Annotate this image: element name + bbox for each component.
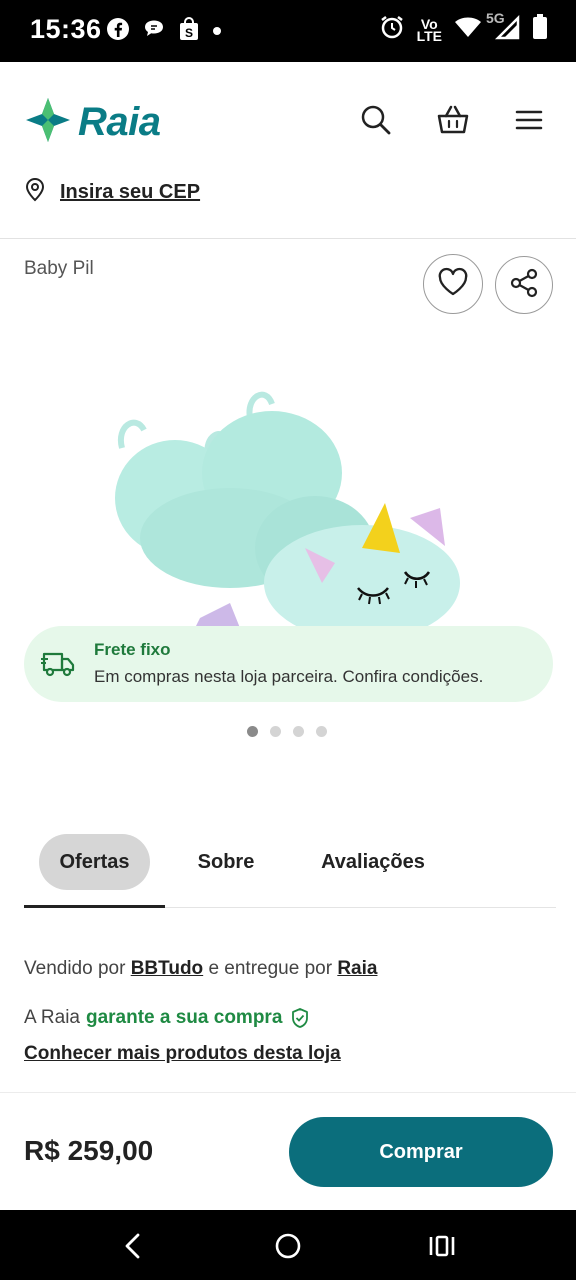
raia-star-icon	[24, 96, 72, 149]
delivered-by-prefix: e entregue por	[208, 958, 333, 979]
tab-ofertas[interactable]: Ofertas	[39, 834, 150, 890]
delivered-by-link[interactable]: Raia	[337, 958, 377, 979]
frete-fixo-banner: Frete fixo Em compras nesta loja parceir…	[24, 626, 553, 702]
back-icon[interactable]	[113, 1226, 153, 1266]
recent-apps-icon[interactable]	[422, 1226, 462, 1266]
facebook-icon	[106, 17, 130, 46]
home-icon[interactable]	[268, 1226, 308, 1266]
product-tabs: Ofertas Sobre Avaliações	[24, 834, 556, 908]
signal-icon: 5G	[486, 11, 520, 45]
share-icon	[508, 267, 540, 304]
guarantee-text: garante a sua compra	[85, 1007, 283, 1028]
dot-icon	[212, 23, 222, 41]
header-divider	[0, 238, 576, 239]
more-products-link[interactable]: Conhecer mais produtos desta loja	[24, 1043, 341, 1065]
shield-check-icon	[290, 1007, 310, 1029]
share-button[interactable]	[495, 256, 553, 314]
delivery-truck-icon	[40, 648, 76, 685]
app-header: Raia	[0, 62, 576, 180]
sold-by-prefix: Vendido por	[24, 958, 126, 979]
logo-text: Raia	[78, 100, 161, 144]
buy-button[interactable]: Comprar	[289, 1117, 553, 1187]
wifi-icon	[454, 15, 482, 44]
carousel-dot[interactable]	[293, 726, 304, 737]
alarm-icon	[379, 14, 405, 45]
carousel-dot[interactable]	[316, 726, 327, 737]
volte-icon: Vo LTE	[416, 15, 442, 44]
active-tab-indicator	[24, 905, 165, 908]
carousel-dot[interactable]	[247, 726, 258, 737]
guarantee-prefix: A Raia	[24, 1007, 80, 1028]
shopping-bag-icon: S	[178, 17, 200, 46]
search-icon[interactable]	[358, 102, 394, 138]
battery-icon	[532, 14, 548, 45]
seller-name-link[interactable]: BBTudo	[131, 958, 203, 979]
chat-icon	[142, 17, 166, 46]
status-bar: 15:36 S Vo LTE 5G	[0, 0, 576, 62]
favorite-button[interactable]	[423, 254, 483, 314]
product-image[interactable]	[100, 378, 480, 641]
frete-description: Em compras nesta loja parceira. Confira …	[94, 667, 484, 686]
product-brand[interactable]: Baby Pil	[24, 258, 94, 280]
status-time: 15:36	[30, 14, 102, 44]
cep-selector[interactable]: Insira seu CEP	[24, 178, 200, 207]
purchase-bar: R$ 259,00 Comprar	[0, 1092, 576, 1210]
location-pin-icon	[24, 178, 46, 207]
svg-text:S: S	[185, 26, 193, 40]
seller-info: Vendido por BBTudo e entregue por Raia	[24, 958, 377, 980]
raia-logo[interactable]: Raia	[24, 96, 161, 149]
tab-sobre[interactable]: Sobre	[184, 834, 268, 890]
cep-link[interactable]: Insira seu CEP	[60, 181, 200, 204]
menu-icon[interactable]	[511, 102, 547, 138]
heart-icon	[437, 267, 469, 302]
frete-title: Frete fixo	[94, 640, 171, 659]
purchase-guarantee: A Raia garante a sua compra	[24, 1007, 310, 1029]
system-navigation-bar	[0, 1210, 576, 1280]
carousel-indicator	[247, 726, 327, 737]
product-price: R$ 259,00	[24, 1135, 154, 1166]
tab-avaliacoes[interactable]: Avaliações	[310, 834, 436, 890]
carousel-dot[interactable]	[270, 726, 281, 737]
basket-icon[interactable]	[435, 102, 471, 138]
